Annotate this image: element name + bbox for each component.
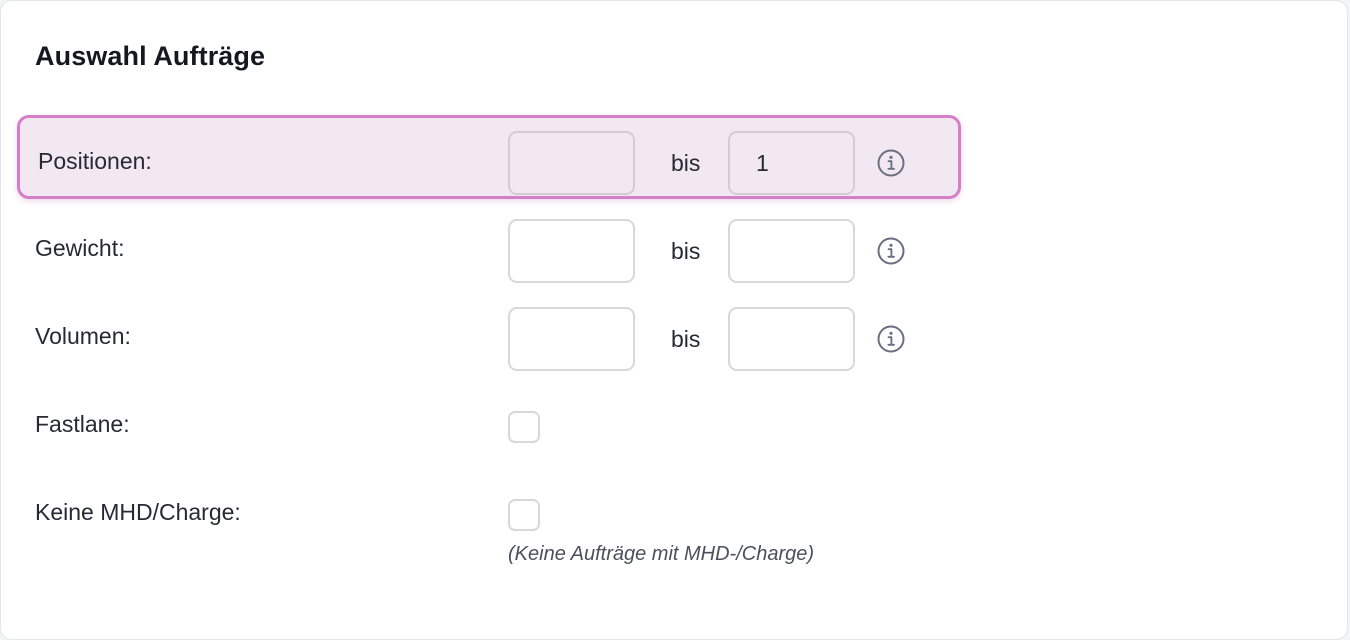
range-label: Gewicht: (35, 235, 125, 261)
range-separator: bis (671, 326, 701, 352)
keine-mhd-charge-checkbox[interactable] (508, 499, 540, 531)
keine-mhd-charge-hint: (Keine Aufträge mit MHD-/Charge) (508, 543, 815, 565)
positionen-from-input[interactable] (508, 131, 635, 195)
checkbox-label: Keine MHD/Charge: (35, 499, 241, 525)
range-row-gewicht: Gewicht: bis (17, 206, 961, 290)
volumen-to-input[interactable] (728, 307, 855, 371)
section-title: Auswahl Aufträge (35, 41, 266, 71)
range-label: Volumen: (35, 323, 131, 349)
range-separator: bis (671, 238, 701, 264)
fastlane-checkbox[interactable] (508, 411, 540, 443)
volumen-from-input[interactable] (508, 307, 635, 371)
range-row-positionen: Positionen: bis (17, 115, 961, 199)
checkbox-row-fastlane: Fastlane: (17, 382, 961, 466)
checkbox-row-keine-mhd-charge: Keine MHD/Charge: (17, 470, 961, 554)
gewicht-to-input[interactable] (728, 219, 855, 283)
positionen-to-input[interactable] (728, 131, 855, 195)
range-separator: bis (671, 150, 701, 176)
info-icon[interactable] (876, 324, 906, 354)
range-row-volumen: Volumen: bis (17, 294, 961, 378)
checkbox-label: Fastlane: (35, 411, 130, 437)
range-label: Positionen: (38, 148, 152, 174)
info-icon[interactable] (876, 236, 906, 266)
order-selection-panel: Auswahl Aufträge Positionen: bis Gewicht… (0, 0, 1348, 640)
info-icon[interactable] (876, 148, 906, 178)
gewicht-from-input[interactable] (508, 219, 635, 283)
